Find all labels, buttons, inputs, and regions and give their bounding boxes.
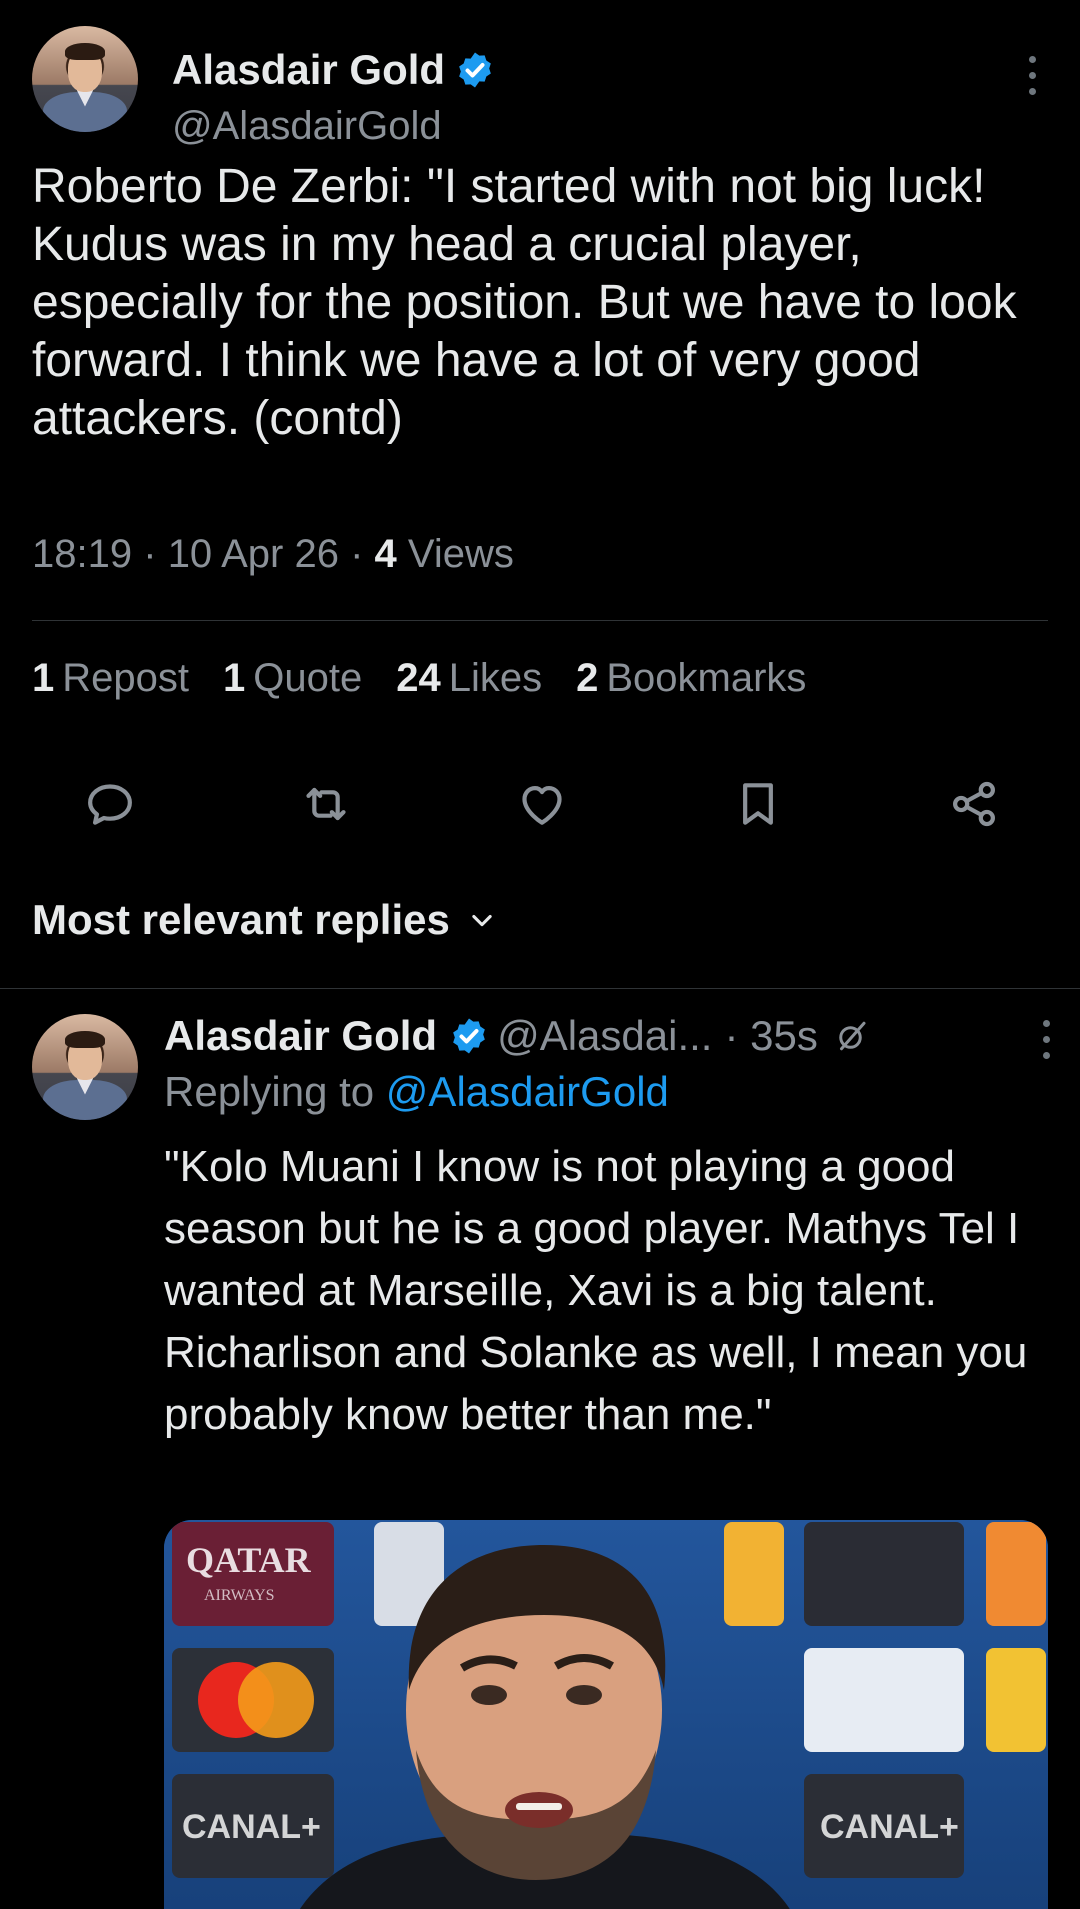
- reply-avatar[interactable]: [32, 1014, 138, 1120]
- divider: [0, 988, 1080, 989]
- reply-text: "Kolo Muani I know is not playing a good…: [164, 1142, 1028, 1439]
- sponsor-logo-airways: AIRWAYS: [204, 1587, 275, 1604]
- replies-sort-label: Most relevant replies: [32, 896, 450, 943]
- avatar-hair: [64, 1030, 106, 1048]
- author-handle[interactable]: @AlasdairGold: [172, 104, 442, 149]
- tweet-detail-page: Alasdair Gold @AlasdairGold Roberto De Z…: [0, 0, 1080, 1909]
- tweet-date[interactable]: 10 Apr 26: [168, 532, 339, 576]
- divider: [32, 620, 1048, 621]
- reply-icon[interactable]: [82, 776, 138, 832]
- replying-to-prefix: Replying to: [164, 1068, 375, 1115]
- like-icon[interactable]: [514, 776, 570, 832]
- avatar[interactable]: [32, 26, 138, 132]
- tweet-text: Roberto De Zerbi: "I started with not bi…: [32, 160, 1017, 445]
- reply-media-image[interactable]: QATAR AIRWAYS CANAL+ CANAL+: [164, 1520, 1048, 1909]
- engagement-stats: 1 Repost 1 Quote 24 Likes 2 Bookmarks: [32, 656, 806, 701]
- author-name[interactable]: Alasdair Gold: [172, 46, 445, 94]
- tweet-meta: 18:19 · 10 Apr 26 · 4 Views: [32, 532, 514, 577]
- sponsor-logo-qatar: QATAR: [186, 1540, 312, 1580]
- sponsor-logo-canal-left: CANAL+: [182, 1808, 321, 1846]
- replying-to-link[interactable]: @AlasdairGold: [386, 1068, 669, 1115]
- chevron-down-icon: [472, 914, 492, 927]
- reply-more-options-icon[interactable]: [1036, 1020, 1056, 1064]
- grok-icon[interactable]: [834, 1018, 870, 1054]
- reply-header: Alasdair Gold @Alasdai... · 35s: [164, 1008, 1056, 1064]
- reply-time[interactable]: · 35s: [724, 1012, 817, 1060]
- verified-badge-icon: [459, 52, 491, 88]
- avatar-hair: [64, 42, 106, 60]
- press-conference-photo: QATAR AIRWAYS CANAL+ CANAL+: [164, 1520, 1048, 1909]
- repost-icon[interactable]: [298, 776, 354, 832]
- stat-likes[interactable]: 24 Likes: [396, 656, 542, 701]
- replying-to: Replying to @AlasdairGold: [164, 1068, 669, 1116]
- share-icon[interactable]: [946, 776, 1002, 832]
- stat-reposts[interactable]: 1 Repost: [32, 656, 189, 701]
- reply-author-handle[interactable]: @Alasdai...: [497, 1012, 712, 1060]
- tweet-time[interactable]: 18:19: [32, 532, 132, 576]
- more-options-icon[interactable]: [1022, 56, 1042, 100]
- bookmark-icon[interactable]: [730, 776, 786, 832]
- views-count: 4: [374, 532, 397, 576]
- sponsor-logo-canal-right: CANAL+: [820, 1808, 959, 1846]
- stat-bookmarks[interactable]: 2 Bookmarks: [576, 656, 806, 701]
- stat-quotes[interactable]: 1 Quote: [223, 656, 362, 701]
- tweet-actions: [62, 776, 1018, 832]
- reply-author-name[interactable]: Alasdair Gold: [164, 1012, 437, 1060]
- verified-badge-icon: [453, 1018, 485, 1054]
- meta-separator: ·: [143, 532, 157, 576]
- replies-sort-dropdown[interactable]: Most relevant replies: [32, 896, 496, 944]
- main-tweet-header: Alasdair Gold @AlasdairGold: [32, 26, 1048, 148]
- meta-separator: ·: [350, 532, 364, 576]
- views-label: Views: [407, 532, 514, 576]
- author-name-row[interactable]: Alasdair Gold: [172, 46, 495, 94]
